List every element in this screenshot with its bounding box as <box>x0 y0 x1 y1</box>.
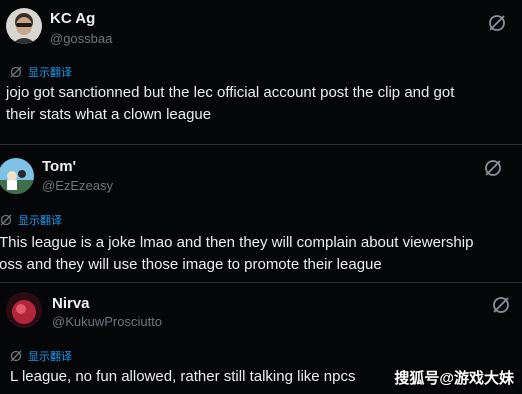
divider <box>0 144 522 145</box>
show-translation-link[interactable]: 显示翻译 <box>0 212 62 228</box>
reply-text-line: oss and they will use those image to pro… <box>0 256 382 273</box>
reply-text-line: This league is a joke lmao and then they… <box>0 234 474 251</box>
grok-icon[interactable] <box>482 157 504 179</box>
translate-label: 显示翻译 <box>28 67 72 79</box>
author-name[interactable]: KC Ag <box>50 10 95 27</box>
show-translation-link[interactable]: 显示翻译 <box>10 348 72 364</box>
translate-label: 显示翻译 <box>28 351 72 363</box>
author-handle[interactable]: @KukuwProsciutto <box>52 314 162 329</box>
watermark: 搜狐号@游戏大妹 <box>394 370 514 387</box>
author-handle[interactable]: @EzEzeasy <box>42 178 113 193</box>
divider <box>0 282 522 283</box>
author-name[interactable]: Tom' <box>42 158 76 175</box>
author-name[interactable]: Nirva <box>52 295 90 312</box>
reply-text-line: L league, no fun allowed, rather still t… <box>10 368 356 385</box>
translate-icon <box>10 350 22 362</box>
reply-text-line: jojo got sanctionned but the lec officia… <box>6 84 455 101</box>
reply-text-line: their stats what a clown league <box>6 106 212 123</box>
avatar[interactable] <box>6 8 42 44</box>
translate-label: 显示翻译 <box>18 215 62 227</box>
avatar[interactable] <box>0 158 34 194</box>
author-handle[interactable]: @gossbaa <box>50 31 112 46</box>
grok-icon[interactable] <box>486 12 508 34</box>
grok-icon[interactable] <box>490 294 512 316</box>
show-translation-link[interactable]: 显示翻译 <box>10 64 72 80</box>
avatar[interactable] <box>6 292 42 328</box>
translate-icon <box>10 66 22 78</box>
translate-icon <box>0 214 12 226</box>
